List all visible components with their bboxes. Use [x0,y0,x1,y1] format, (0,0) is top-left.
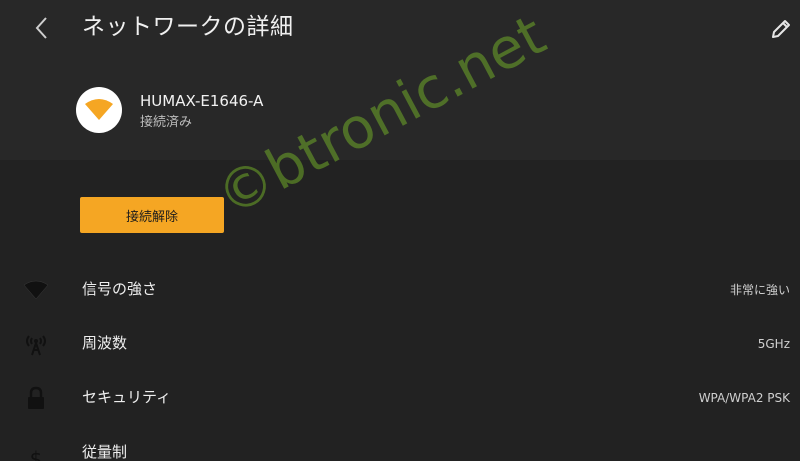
back-button[interactable] [26,12,58,44]
pencil-icon [772,20,790,38]
antenna-icon [22,331,50,357]
header-bar: ネットワークの詳細 [0,0,800,58]
detail-row-frequency: 周波数 5GHz [0,317,800,371]
lock-icon [22,385,50,411]
network-card: HUMAX-E1646-A 接続済み [0,58,800,160]
detail-label: 周波数 [82,334,128,352]
detail-row-security: セキュリティ WPA/WPA2 PSK [0,371,800,425]
detail-value: 5GHz [757,337,790,351]
network-avatar [76,87,122,133]
network-details-screen: ネットワークの詳細 HUMAX-E1646-A 接続済み 接続解除 信号の強さ … [0,0,800,461]
edit-button[interactable] [766,14,796,44]
detail-label: セキュリティ [82,388,172,406]
detail-value: 非常に強い [729,283,790,297]
network-status: 接続済み [140,115,193,130]
dollar-icon: $ [22,445,50,461]
wifi-icon [85,99,113,120]
network-name: HUMAX-E1646-A [140,92,264,110]
detail-label: 信号の強さ [82,280,158,298]
disconnect-button[interactable]: 接続解除 [80,197,224,233]
page-title: ネットワークの詳細 [82,14,294,40]
detail-label: 従量制 [82,443,128,461]
svg-text:$: $ [30,447,43,461]
chevron-left-icon [35,17,47,39]
detail-value: WPA/WPA2 PSK [698,391,790,405]
detail-row-signal-strength: 信号の強さ 非常に強い [0,263,800,317]
wifi-signal-icon [22,277,50,303]
detail-row-metered: $ 従量制 [0,425,800,461]
